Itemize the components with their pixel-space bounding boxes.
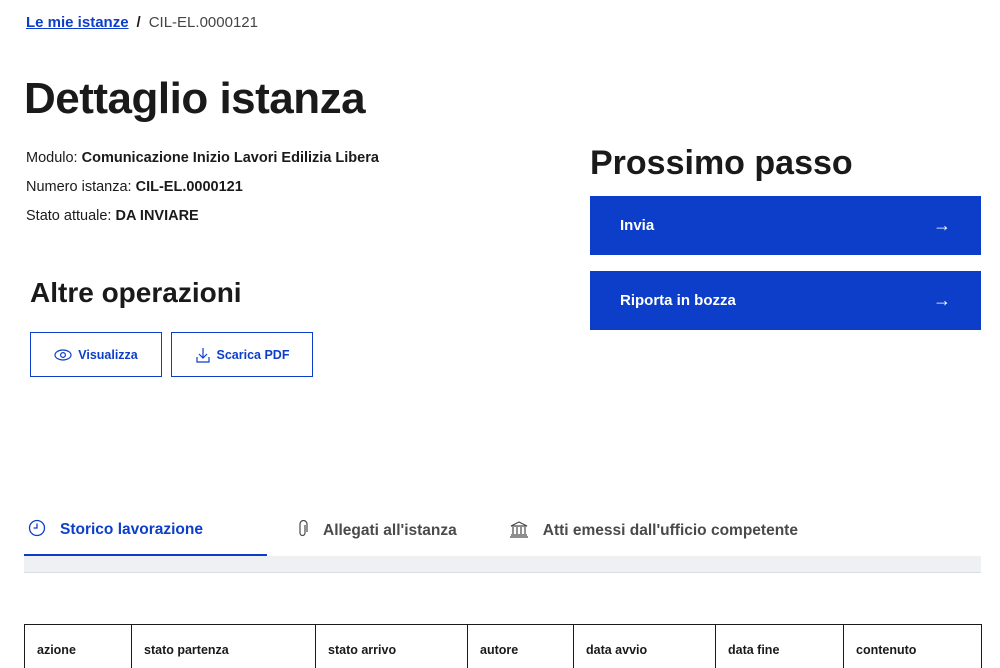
column-header-contenuto: contenuto [843,624,982,668]
invia-button[interactable]: Invia → [590,196,981,255]
column-header-azione: azione [24,624,132,668]
riporta-in-bozza-button[interactable]: Riporta in bozza → [590,271,981,330]
clock-icon [28,519,46,542]
tab-label: Atti emessi dall'ufficio competente [542,522,798,539]
scarica-pdf-button[interactable]: Scarica PDF [171,332,313,377]
eye-icon [54,348,72,361]
breadcrumb: Le mie istanze / CIL-EL.0000121 [26,14,258,31]
arrow-right-icon: → [933,290,951,310]
column-header-data-avvio: data avvio [573,624,716,668]
meta-numero-label: Numero istanza: [26,179,136,195]
scarica-pdf-label: Scarica PDF [216,347,290,362]
column-header-data-fine: data fine [715,624,844,668]
breadcrumb-current: CIL-EL.0000121 [148,14,258,31]
instance-meta: Modulo: Comunicazione Inizio Lavori Edil… [26,144,379,231]
visualizza-label: Visualizza [78,347,138,362]
altre-operazioni-title: Altre operazioni [30,277,242,308]
arrow-right-icon: → [933,215,951,235]
invia-label: Invia [620,217,655,234]
page-title: Dettaglio istanza [24,74,366,123]
bank-icon [509,520,529,543]
download-icon [195,346,211,364]
meta-numero-value: CIL-EL.0000121 [135,179,243,195]
meta-modulo-label: Modulo: [26,150,82,166]
meta-modulo-value: Comunicazione Inizio Lavori Edilizia Lib… [81,150,379,166]
tab-storico-lavorazione[interactable]: Storico lavorazione [24,506,267,556]
tab-atti-emessi[interactable]: Atti emessi dall'ufficio competente [483,506,824,556]
tabs: Storico lavorazione Allegati all'istanza… [24,506,981,556]
tabs-divider [24,556,981,573]
column-header-autore: autore [467,624,574,668]
breadcrumb-separator: / [136,14,141,31]
meta-numero: Numero istanza: CIL-EL.0000121 [26,173,379,202]
riporta-in-bozza-label: Riporta in bozza [620,292,736,309]
tab-allegati[interactable]: Allegati all'istanza [267,506,483,556]
paperclip-icon [297,519,309,543]
table-header-row: azione stato partenza stato arrivo autor… [24,624,982,668]
meta-modulo: Modulo: Comunicazione Inizio Lavori Edil… [26,144,379,173]
column-header-stato-arrivo: stato arrivo [315,624,468,668]
tab-label: Storico lavorazione [60,521,203,538]
meta-stato-label: Stato attuale: [26,208,116,224]
meta-stato: Stato attuale: DA INVIARE [26,202,379,231]
meta-stato-value: DA INVIARE [115,208,199,224]
column-header-stato-partenza: stato partenza [131,624,316,668]
tab-label: Allegati all'istanza [323,522,457,539]
prossimo-passo-title: Prossimo passo [590,144,853,182]
storico-table: azione stato partenza stato arrivo autor… [24,624,982,668]
breadcrumb-link-le-mie-istanze[interactable]: Le mie istanze [26,14,129,31]
visualizza-button[interactable]: Visualizza [30,332,162,377]
page: Le mie istanze / CIL-EL.0000121 Dettagli… [0,0,1000,668]
